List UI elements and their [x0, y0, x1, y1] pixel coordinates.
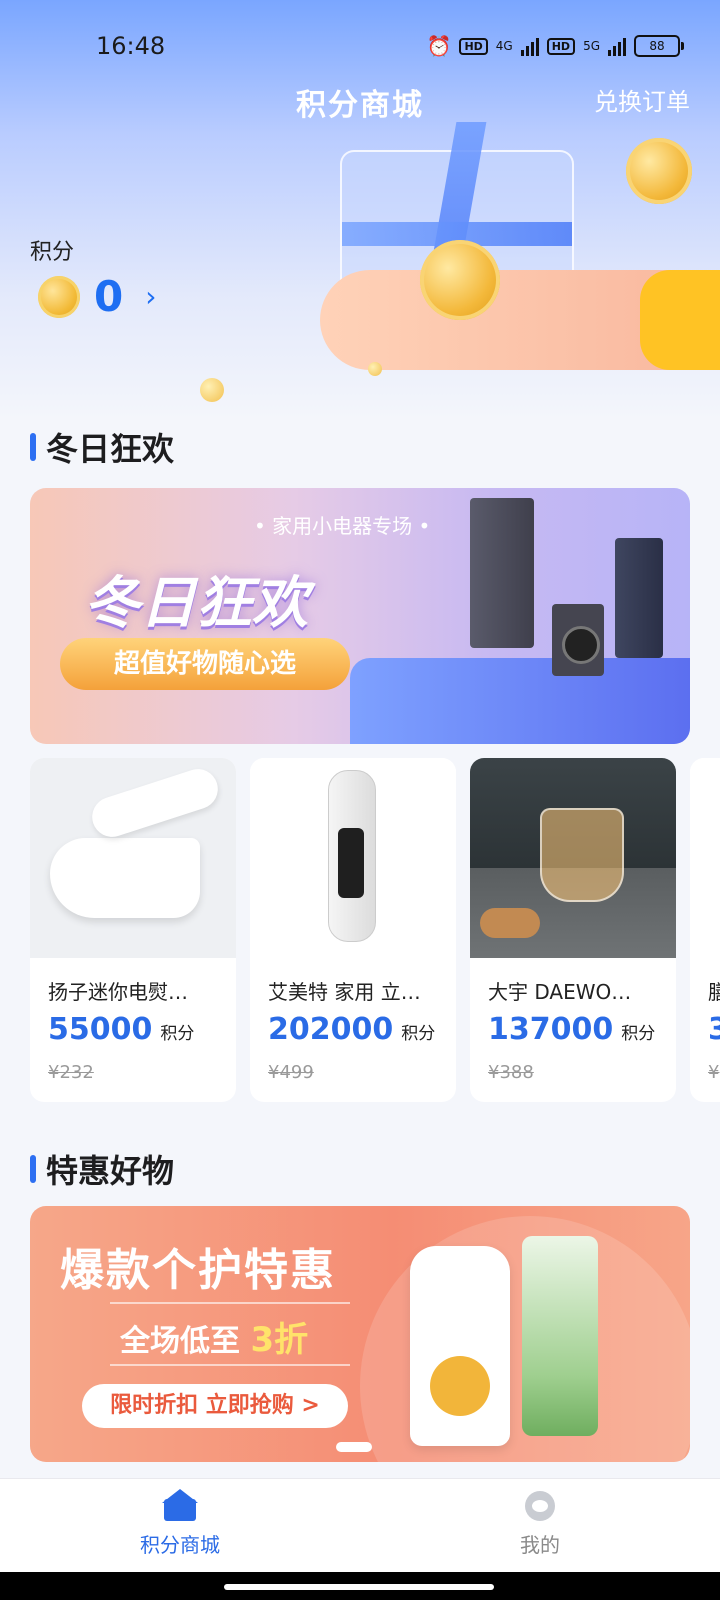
fridge-image: [470, 498, 534, 648]
product-card[interactable]: 大宇 DAEWO… 137000 积分 ¥388: [470, 758, 676, 1102]
coin-illustration: [420, 240, 500, 320]
section-title-text: 冬日狂欢: [46, 430, 175, 468]
points-value: 0: [94, 272, 124, 321]
hero-header: 16:48 ⏰ HD 4G HD 5G 88 积分商城 兑换订单 积分 0 ›: [0, 0, 720, 420]
product-points-value: 137000: [488, 1012, 614, 1047]
washer-image: [552, 604, 604, 676]
aloe-tube-image: [522, 1236, 598, 1436]
signal-icon: [520, 36, 539, 56]
tab-label: 积分商城: [140, 1533, 220, 1557]
banner-headline: 冬日狂欢: [84, 571, 308, 636]
section-accent-bar: [30, 433, 36, 461]
banner-cta-button[interactable]: 超值好物随心选: [60, 638, 350, 690]
status-bar: 16:48 ⏰ HD 4G HD 5G 88: [0, 28, 720, 68]
product-points-unit: 积分: [401, 1024, 436, 1044]
product-card[interactable]: 膳 3 ¥: [690, 758, 720, 1102]
product-name: 膳: [708, 976, 720, 1005]
section-title-text: 特惠好物: [46, 1152, 175, 1190]
appliance-stage: [350, 658, 690, 744]
bottom-tab-bar: 积分商城 我的: [0, 1478, 720, 1573]
fridge-image: [615, 538, 663, 658]
product-image-kettle: [470, 758, 676, 958]
product-image: [690, 758, 720, 958]
product-points-value: 55000: [48, 1012, 153, 1047]
network-5g: 5G: [583, 39, 600, 53]
sleeve-illustration: [640, 270, 720, 370]
chevron-right-icon: ›: [145, 280, 157, 313]
product-points-unit: 积分: [621, 1024, 656, 1044]
product-points-value: 3: [708, 1012, 720, 1047]
points-summary[interactable]: 0 ›: [38, 272, 156, 321]
hd-badge: HD: [459, 37, 488, 55]
network-4g: 4G: [495, 39, 513, 53]
coin-illustration: [626, 138, 692, 204]
product-points: 55000 积分: [48, 1012, 194, 1047]
tab-label: 我的: [520, 1533, 560, 1557]
product-original-price: ¥388: [488, 1062, 534, 1083]
coin-illustration: [368, 362, 382, 376]
discount-prefix: 全场低至: [120, 1324, 240, 1359]
product-points: 137000 积分: [488, 1012, 655, 1047]
product-points-value: 202000: [268, 1012, 394, 1047]
home-gesture-bar[interactable]: [224, 1584, 494, 1590]
exchange-orders-link[interactable]: 兑换订单: [594, 82, 690, 117]
product-original-price: ¥: [708, 1062, 720, 1083]
product-points: 3: [708, 1012, 720, 1047]
carousel-indicator: [336, 1442, 372, 1452]
divider: [110, 1364, 350, 1366]
battery-icon: 88: [634, 35, 684, 57]
product-card[interactable]: 扬子迷你电熨… 55000 积分 ¥232: [30, 758, 236, 1102]
section-title-deals: 特惠好物: [30, 1146, 174, 1192]
status-time: 16:48: [96, 32, 166, 60]
tab-points-mall[interactable]: 积分商城: [80, 1489, 280, 1558]
product-original-price: ¥499: [268, 1062, 314, 1083]
banner-headline: 爆款个护特惠: [60, 1245, 336, 1296]
winter-sale-banner[interactable]: • 家用小电器专场 • 冬日狂欢 超值好物随心选: [30, 488, 690, 744]
personal-care-banner[interactable]: 爆款个护特惠 全场低至 3折 限时折扣 立即抢购 >: [30, 1206, 690, 1462]
product-name: 艾美特 家用 立…: [268, 980, 421, 1004]
coin-illustration: [200, 378, 224, 402]
discount-highlight: 3折: [250, 1320, 309, 1360]
system-nav-bar: [0, 1572, 720, 1600]
product-card[interactable]: 艾美特 家用 立… 202000 积分 ¥499: [250, 758, 456, 1102]
signal-icon-2: [608, 36, 626, 56]
profile-icon: [522, 1489, 558, 1523]
product-carousel[interactable]: 扬子迷你电熨… 55000 积分 ¥232 艾美特 家用 立… 202000 积…: [30, 758, 720, 1102]
status-icons: ⏰ HD 4G HD 5G 88: [426, 34, 684, 58]
product-original-price: ¥232: [48, 1062, 94, 1083]
product-image-heater: [250, 758, 456, 958]
tab-mine[interactable]: 我的: [440, 1489, 640, 1558]
section-title-winter: 冬日狂欢: [30, 424, 174, 470]
product-name: 扬子迷你电熨…: [48, 980, 188, 1004]
shampoo-bottle-image: [410, 1246, 510, 1446]
product-points: 202000 积分: [268, 1012, 435, 1047]
coin-icon: [38, 275, 80, 318]
section-accent-bar: [30, 1155, 36, 1183]
product-name: 大宇 DAEWO…: [488, 980, 632, 1004]
points-label: 积分: [30, 240, 75, 265]
hd-badge-2: HD: [546, 37, 576, 55]
divider: [110, 1302, 350, 1304]
banner-discount: 全场低至 3折: [120, 1312, 308, 1361]
product-image-iron: [30, 758, 236, 958]
product-points-unit: 积分: [160, 1024, 195, 1044]
banner-cta-button[interactable]: 限时折扣 立即抢购 >: [82, 1384, 348, 1428]
banner-subtitle: • 家用小电器专场 •: [254, 514, 431, 538]
home-icon: [162, 1489, 198, 1523]
alarm-icon: ⏰: [426, 34, 452, 58]
